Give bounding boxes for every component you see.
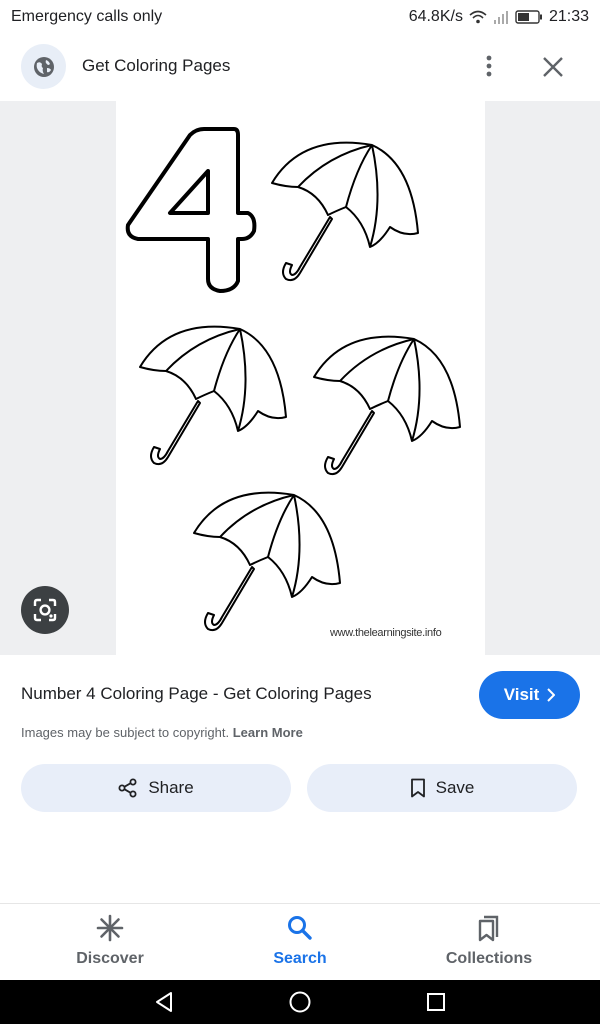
status-indicators: 64.8K/s 21:33	[409, 8, 589, 26]
close-icon[interactable]	[537, 51, 569, 83]
nav-collections-label: Collections	[445, 950, 533, 967]
nav-search[interactable]: Search	[235, 914, 365, 968]
save-label: Save	[435, 778, 475, 797]
save-button[interactable]: Save	[307, 764, 577, 812]
image-watermark: www.thelearningsite.info	[330, 627, 442, 639]
nav-search-label: Search	[273, 950, 327, 967]
bottom-navigation: Discover Search Collections	[0, 903, 600, 980]
wifi-icon	[469, 10, 487, 24]
result-title[interactable]: Number 4 Coloring Page - Get Coloring Pa…	[21, 684, 372, 704]
globe-icon[interactable]	[21, 44, 66, 89]
share-icon	[118, 778, 137, 798]
nav-discover-label: Discover	[76, 950, 144, 967]
network-speed: 64.8K/s	[408, 8, 463, 25]
google-lens-icon[interactable]	[21, 586, 69, 634]
nav-discover[interactable]: Discover	[45, 914, 175, 968]
share-button[interactable]: Share	[21, 764, 291, 812]
bookmark-icon	[410, 778, 425, 798]
search-icon	[288, 916, 312, 940]
learn-more-link[interactable]: Learn More	[233, 725, 303, 740]
copyright-notice: Images may be subject to copyright. Lear…	[21, 725, 303, 740]
coloring-page-image[interactable]: www.thelearningsite.info	[116, 101, 485, 655]
carrier-text: Emergency calls only	[11, 8, 163, 25]
home-icon[interactable]	[288, 990, 312, 1014]
battery-icon	[515, 10, 543, 24]
back-icon[interactable]	[152, 990, 176, 1014]
recents-icon[interactable]	[424, 990, 448, 1014]
image-preview-area: www.thelearningsite.info	[0, 101, 600, 655]
copyright-text: Images may be subject to copyright.	[21, 725, 230, 740]
clock: 21:33	[548, 8, 589, 25]
share-label: Share	[148, 778, 194, 797]
coloring-page-drawing	[125, 127, 461, 632]
status-bar: Emergency calls only 64.8K/s 21:33	[0, 0, 600, 34]
system-navigation-bar	[0, 980, 600, 1024]
site-title[interactable]: Get Coloring Pages	[82, 56, 230, 76]
visit-label: Visit	[503, 685, 540, 704]
viewer-top-bar: Get Coloring Pages	[0, 34, 600, 101]
visit-button[interactable]: Visit	[479, 671, 580, 719]
collections-icon	[478, 915, 499, 942]
signal-icon	[493, 10, 509, 24]
more-vert-icon[interactable]	[474, 51, 504, 81]
chevron-right-icon	[547, 688, 556, 702]
discover-asterisk-icon	[96, 914, 124, 942]
nav-collections[interactable]: Collections	[424, 914, 554, 968]
